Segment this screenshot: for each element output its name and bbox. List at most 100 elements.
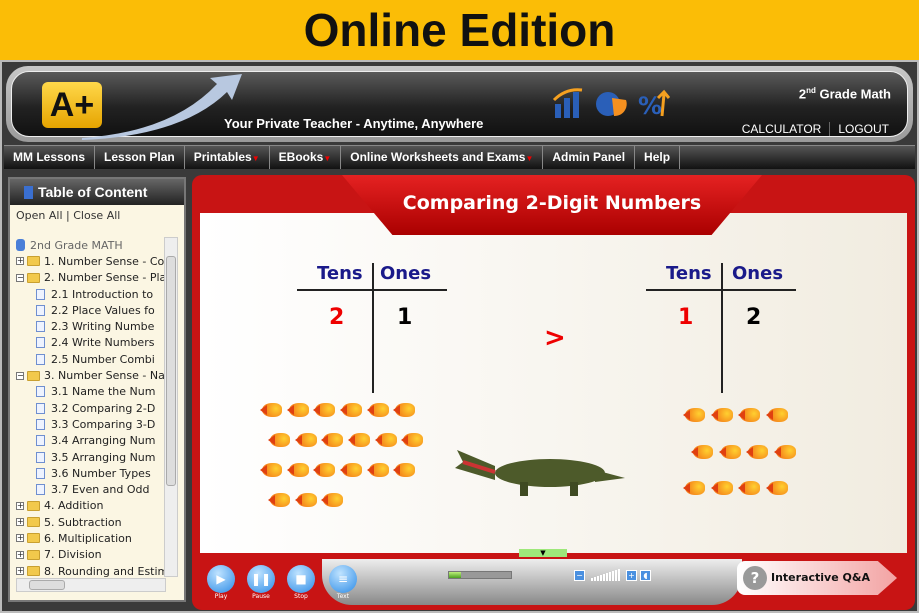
fish-left bbox=[313, 463, 336, 477]
fish-left bbox=[366, 403, 389, 417]
collapse-icon[interactable]: − bbox=[16, 371, 24, 380]
nav-item-mm-lessons[interactable]: MM Lessons bbox=[4, 146, 96, 169]
volume-up-button[interactable]: + bbox=[626, 570, 637, 581]
text-button[interactable]: ≡ Text bbox=[328, 565, 358, 600]
nav-item-online-worksheets-and-exams[interactable]: Online Worksheets and Exams▼ bbox=[341, 146, 544, 169]
expand-icon[interactable]: + bbox=[16, 567, 24, 576]
fish-right bbox=[738, 408, 760, 422]
fish-left bbox=[260, 403, 282, 417]
folder-icon bbox=[27, 256, 40, 267]
document-icon bbox=[36, 321, 45, 333]
dropdown-arrow-icon: ▼ bbox=[323, 154, 332, 163]
fish-left bbox=[268, 433, 290, 447]
tree-lesson[interactable]: 3.6 Number Types bbox=[16, 465, 176, 481]
lesson-stage: Tens Ones 2 1 > Tens Ones 1 2 bbox=[200, 213, 907, 553]
tree-lesson[interactable]: 3.1 Name the Num bbox=[16, 384, 176, 400]
fish-right bbox=[746, 444, 768, 459]
close-all-link[interactable]: Close All bbox=[73, 209, 120, 222]
volume-level[interactable] bbox=[591, 569, 620, 581]
folder-icon bbox=[27, 370, 40, 381]
collapse-toggle[interactable]: ▼ bbox=[519, 549, 567, 557]
expand-icon[interactable]: + bbox=[16, 257, 24, 266]
comparison-sign: > bbox=[544, 323, 566, 353]
expand-icon[interactable]: + bbox=[16, 550, 24, 559]
document-icon bbox=[36, 435, 45, 447]
fish-left bbox=[321, 433, 344, 447]
expand-icon[interactable]: + bbox=[16, 534, 24, 543]
document-icon bbox=[36, 402, 45, 414]
tree-folder[interactable]: +4. Addition bbox=[16, 498, 176, 514]
nav-item-ebooks[interactable]: EBooks▼ bbox=[270, 146, 342, 169]
fish-left bbox=[374, 433, 397, 447]
edition-title: Online Edition bbox=[303, 4, 616, 56]
fish-left bbox=[340, 463, 362, 477]
tree-lesson[interactable]: 3.2 Comparing 2-D bbox=[16, 400, 176, 416]
tree-folder[interactable]: +7. Division bbox=[16, 547, 176, 563]
table-of-content-panel: Table of Content Open All | Close All 2n… bbox=[8, 177, 186, 602]
progress-bar[interactable] bbox=[448, 571, 512, 579]
calculator-link[interactable]: CALCULATOR bbox=[742, 122, 822, 136]
tree-folder[interactable]: +1. Number Sense - Co bbox=[16, 253, 176, 269]
fish-right bbox=[765, 408, 788, 422]
tens-digit: 2 bbox=[329, 305, 345, 330]
tree-folder[interactable]: −2. Number Sense - Pla bbox=[16, 270, 176, 286]
volume-control: − + ◖ bbox=[574, 569, 651, 581]
toc-header: Table of Content bbox=[10, 179, 184, 205]
lesson-title: Comparing 2-Digit Numbers bbox=[342, 175, 762, 235]
fish-left bbox=[393, 463, 416, 477]
tree-folder[interactable]: +6. Multiplication bbox=[16, 530, 176, 546]
fish-left bbox=[286, 403, 309, 417]
expand-icon[interactable]: + bbox=[16, 501, 24, 510]
stop-button[interactable]: ■ Stop bbox=[286, 565, 316, 600]
toc-tree: 2nd Grade MATH +1. Number Sense - Co −2. … bbox=[16, 237, 176, 577]
tree-lesson[interactable]: 2.5 Number Combi bbox=[16, 351, 176, 367]
tree-lesson[interactable]: 3.7 Even and Odd bbox=[16, 481, 176, 497]
vertical-scrollbar[interactable] bbox=[164, 237, 178, 577]
fish-left bbox=[401, 433, 424, 447]
tree-lesson[interactable]: 2.1 Introduction to bbox=[16, 286, 176, 302]
dropdown-arrow-icon: ▼ bbox=[525, 154, 534, 163]
tree-lesson[interactable]: 2.4 Write Numbers bbox=[16, 335, 176, 351]
play-button[interactable]: ▶ Play bbox=[206, 565, 236, 600]
book-icon bbox=[24, 186, 33, 199]
tree-lesson[interactable]: 2.3 Writing Numbe bbox=[16, 318, 176, 334]
tree-folder[interactable]: +5. Subtraction bbox=[16, 514, 176, 530]
pause-button[interactable]: ❚❚ Pause bbox=[246, 565, 276, 600]
folder-icon bbox=[27, 549, 40, 560]
tree-lesson[interactable]: 3.3 Comparing 3-D bbox=[16, 416, 176, 432]
collapse-icon[interactable]: − bbox=[16, 273, 24, 282]
fish-left bbox=[348, 433, 370, 447]
tree-folder[interactable]: −3. Number Sense - Na bbox=[16, 367, 176, 383]
nav-item-lesson-plan[interactable]: Lesson Plan bbox=[95, 146, 185, 169]
document-icon bbox=[36, 451, 45, 463]
horizontal-scrollbar[interactable] bbox=[16, 578, 166, 592]
fish-right bbox=[683, 481, 705, 496]
tree-lesson[interactable]: 3.5 Arranging Num bbox=[16, 449, 176, 465]
tree-folder[interactable]: +8. Rounding and Estim bbox=[16, 563, 176, 577]
edition-banner: Online Edition bbox=[0, 0, 919, 60]
fish-left bbox=[268, 493, 290, 507]
place-value-table-left: Tens Ones 2 1 bbox=[297, 263, 447, 393]
toc-title: Table of Content bbox=[38, 184, 148, 200]
ones-digit: 2 bbox=[746, 305, 762, 330]
computer-icon bbox=[16, 239, 25, 252]
nav-item-admin-panel[interactable]: Admin Panel bbox=[543, 146, 636, 169]
logout-link[interactable]: LOGOUT bbox=[829, 122, 889, 136]
fish-left bbox=[294, 433, 317, 447]
folder-icon bbox=[27, 517, 40, 528]
volume-down-button[interactable]: − bbox=[574, 570, 585, 581]
tree-lesson[interactable]: 2.2 Place Values fo bbox=[16, 302, 176, 318]
tens-digit: 1 bbox=[678, 305, 694, 330]
interactive-qa-button[interactable]: ? Interactive Q&A bbox=[737, 561, 897, 595]
tagline: Your Private Teacher - Anytime, Anywhere bbox=[224, 116, 484, 131]
dropdown-arrow-icon: ▼ bbox=[251, 154, 260, 163]
fish-right bbox=[710, 408, 733, 422]
question-icon: ? bbox=[743, 566, 767, 590]
nav-item-printables[interactable]: Printables▼ bbox=[185, 146, 270, 169]
open-all-link[interactable]: Open All bbox=[16, 209, 63, 222]
tree-root[interactable]: 2nd Grade MATH bbox=[16, 237, 176, 253]
tree-lesson[interactable]: 3.4 Arranging Num bbox=[16, 433, 176, 449]
expand-icon[interactable]: + bbox=[16, 518, 24, 527]
nav-item-help[interactable]: Help bbox=[635, 146, 681, 169]
speaker-icon[interactable]: ◖ bbox=[640, 570, 651, 581]
